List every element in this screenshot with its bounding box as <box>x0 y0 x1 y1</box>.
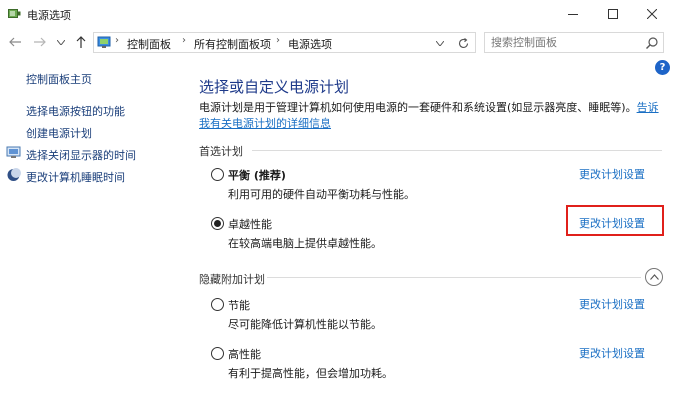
control-panel-icon <box>97 36 111 48</box>
back-button[interactable] <box>6 33 24 51</box>
plan-description: 利用可用的硬件自动平衡功耗与性能。 <box>228 188 415 201</box>
plan-balanced-radio[interactable] <box>211 168 224 181</box>
plan-high-performance-radio[interactable] <box>211 347 224 360</box>
up-button[interactable] <box>72 33 90 51</box>
arrow-right-icon <box>34 37 46 47</box>
maximize-button[interactable] <box>595 0 631 28</box>
plan-power-saver-radio[interactable] <box>211 298 224 311</box>
page-description: 电源计划是用于管理计算机如何使用电源的一套硬件和系统设置(如显示器亮度、睡眠等)… <box>199 100 661 132</box>
window-title: 电源选项 <box>27 9 71 22</box>
minimize-icon <box>568 14 578 15</box>
address-bar[interactable]: › 控制面板 › 所有控制面板项 › 电源选项 <box>93 32 476 53</box>
plan-name: 卓越性能 <box>228 218 272 231</box>
breadcrumb-separator: › <box>276 35 280 46</box>
description-text: 电源计划是用于管理计算机如何使用电源的一套硬件和系统设置(如显示器亮度、睡眠等)… <box>199 101 637 114</box>
plan-description: 有利于提高性能，但会增加功耗。 <box>228 367 393 380</box>
forward-button[interactable] <box>31 33 49 51</box>
page-title: 选择或自定义电源计划 <box>199 78 350 96</box>
maximize-icon <box>608 9 618 19</box>
breadcrumb-all-items[interactable]: 所有控制面板项 <box>194 36 271 52</box>
power-options-icon <box>8 9 21 18</box>
breadcrumb-separator: › <box>115 35 119 46</box>
collapse-button[interactable] <box>645 268 663 286</box>
plan-description: 在较高端电脑上提供卓越性能。 <box>228 237 382 250</box>
highlight-annotation <box>566 205 664 236</box>
preferred-plans-label: 首选计划 <box>199 145 243 158</box>
plan-description: 尽可能降低计算机性能以节能。 <box>228 318 382 331</box>
recent-locations-button[interactable] <box>52 33 70 51</box>
address-row: › 控制面板 › 所有控制面板项 › 电源选项 <box>0 28 673 56</box>
sidebar-item-create-plan[interactable]: 创建电源计划 <box>26 125 92 141</box>
sidebar-item-power-button[interactable]: 选择电源按钮的功能 <box>26 103 125 119</box>
breadcrumb-control-panel[interactable]: 控制面板 <box>127 36 171 52</box>
plan-ultimate-performance-radio[interactable] <box>211 217 224 230</box>
chevron-down-icon <box>57 39 65 45</box>
chevron-down-icon <box>436 40 444 46</box>
title-bar: 电源选项 <box>0 0 673 28</box>
change-plan-settings-link-high-performance[interactable]: 更改计划设置 <box>579 345 645 361</box>
refresh-icon <box>458 37 468 48</box>
arrow-up-icon <box>76 36 86 48</box>
moon-icon <box>7 168 21 181</box>
plan-name: 节能 <box>228 299 250 312</box>
address-dropdown-button[interactable] <box>433 36 447 50</box>
power-options-window: 电源选项 › 控制面板 › 所有控制面板项 › 电源选项 搜索控制面板 控制面板… <box>0 0 673 400</box>
left-pane: 控制面板主页 选择电源按钮的功能 创建电源计划 选择关闭显示器的时间 更改计算机… <box>0 56 185 400</box>
search-box[interactable] <box>484 32 664 53</box>
hidden-plans-label: 隐藏附加计划 <box>199 273 265 286</box>
arrow-left-icon <box>9 37 21 47</box>
display-icon <box>6 146 21 158</box>
sidebar-item-home[interactable]: 控制面板主页 <box>26 71 92 87</box>
search-input[interactable] <box>491 36 641 49</box>
minimize-button[interactable] <box>555 0 591 28</box>
breadcrumb-power-options[interactable]: 电源选项 <box>288 36 332 52</box>
section-divider <box>267 277 641 278</box>
sidebar-item-sleep[interactable]: 更改计算机睡眠时间 <box>26 169 125 185</box>
change-plan-settings-link-power-saver[interactable]: 更改计划设置 <box>579 296 645 312</box>
chevron-up-icon <box>649 274 659 280</box>
close-button[interactable] <box>634 0 670 28</box>
plan-name: 高性能 <box>228 348 261 361</box>
refresh-button[interactable] <box>454 35 472 51</box>
sidebar-item-display-off[interactable]: 选择关闭显示器的时间 <box>26 147 136 163</box>
plan-name: 平衡 (推荐) <box>228 169 286 182</box>
change-plan-settings-link-balanced[interactable]: 更改计划设置 <box>579 166 645 182</box>
breadcrumb-separator: › <box>182 35 186 46</box>
close-icon <box>647 9 657 19</box>
help-icon[interactable]: ? <box>655 60 670 75</box>
section-divider <box>252 150 662 151</box>
search-icon <box>646 37 658 49</box>
